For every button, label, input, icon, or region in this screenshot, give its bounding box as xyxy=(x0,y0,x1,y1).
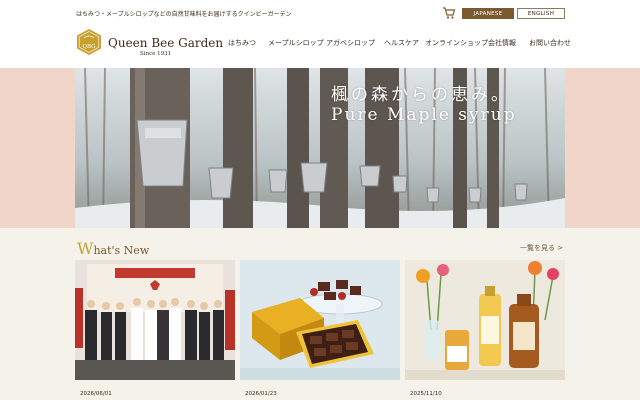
logo-since: Since 1931 xyxy=(140,51,172,57)
top-bar: はちみつ・メープルシロップなどの自然甘味料をお届けするクインビーガーデン JAP… xyxy=(0,0,640,26)
news-card-1[interactable] xyxy=(75,260,235,380)
news-date-3: 2025/11/10 xyxy=(410,391,442,397)
cart-icon[interactable] xyxy=(442,6,456,20)
news-date-2: 2026/01/23 xyxy=(245,391,277,397)
nav-maple-syrup[interactable]: メープルシロップ xyxy=(268,38,324,48)
news-date-1: 2026/06/01 xyxy=(80,391,112,397)
logo-hexagon-icon[interactable]: QBG xyxy=(76,28,102,56)
logo-name[interactable]: Queen Bee Garden xyxy=(108,36,223,50)
logo-mark-text: QBG xyxy=(82,44,95,50)
nav-company-info[interactable]: 会社情報 xyxy=(488,38,516,48)
hero-subtitle: Pure Maple syrup xyxy=(331,105,517,125)
lang-japanese-button[interactable]: JAPANESE xyxy=(462,8,514,19)
news-image-syrup-bottles xyxy=(405,260,565,380)
news-card-3[interactable] xyxy=(405,260,565,380)
news-image-ceremony xyxy=(75,260,235,380)
site-header: QBG Queen Bee Garden Since 1931 はちみつ メープ… xyxy=(0,26,640,68)
nav-honey[interactable]: はちみつ xyxy=(228,38,256,48)
whats-new-rest: hat's New xyxy=(93,244,150,257)
nav-agave-syrup[interactable]: アガベシロップ xyxy=(326,38,375,48)
nav-contact[interactable]: お問い合わせ xyxy=(529,38,571,48)
whats-new-initial: W xyxy=(77,239,94,258)
hero-banner[interactable]: 楓の森からの恵み。 Pure Maple syrup xyxy=(75,68,565,228)
news-image-chocolates xyxy=(240,260,400,380)
nav-online-shop[interactable]: オンラインショップ xyxy=(425,38,488,48)
news-card-2[interactable] xyxy=(240,260,400,380)
whats-new-heading: What's New xyxy=(77,239,149,258)
nav-healthcare[interactable]: ヘルスケア xyxy=(384,38,419,48)
hero-title: 楓の森からの恵み。 xyxy=(331,85,511,105)
view-all-link[interactable]: 一覧を見る > xyxy=(520,243,563,253)
site-tagline: はちみつ・メープルシロップなどの自然甘味料をお届けするクインビーガーデン xyxy=(76,11,292,18)
lang-english-button[interactable]: ENGLISH xyxy=(517,8,565,19)
